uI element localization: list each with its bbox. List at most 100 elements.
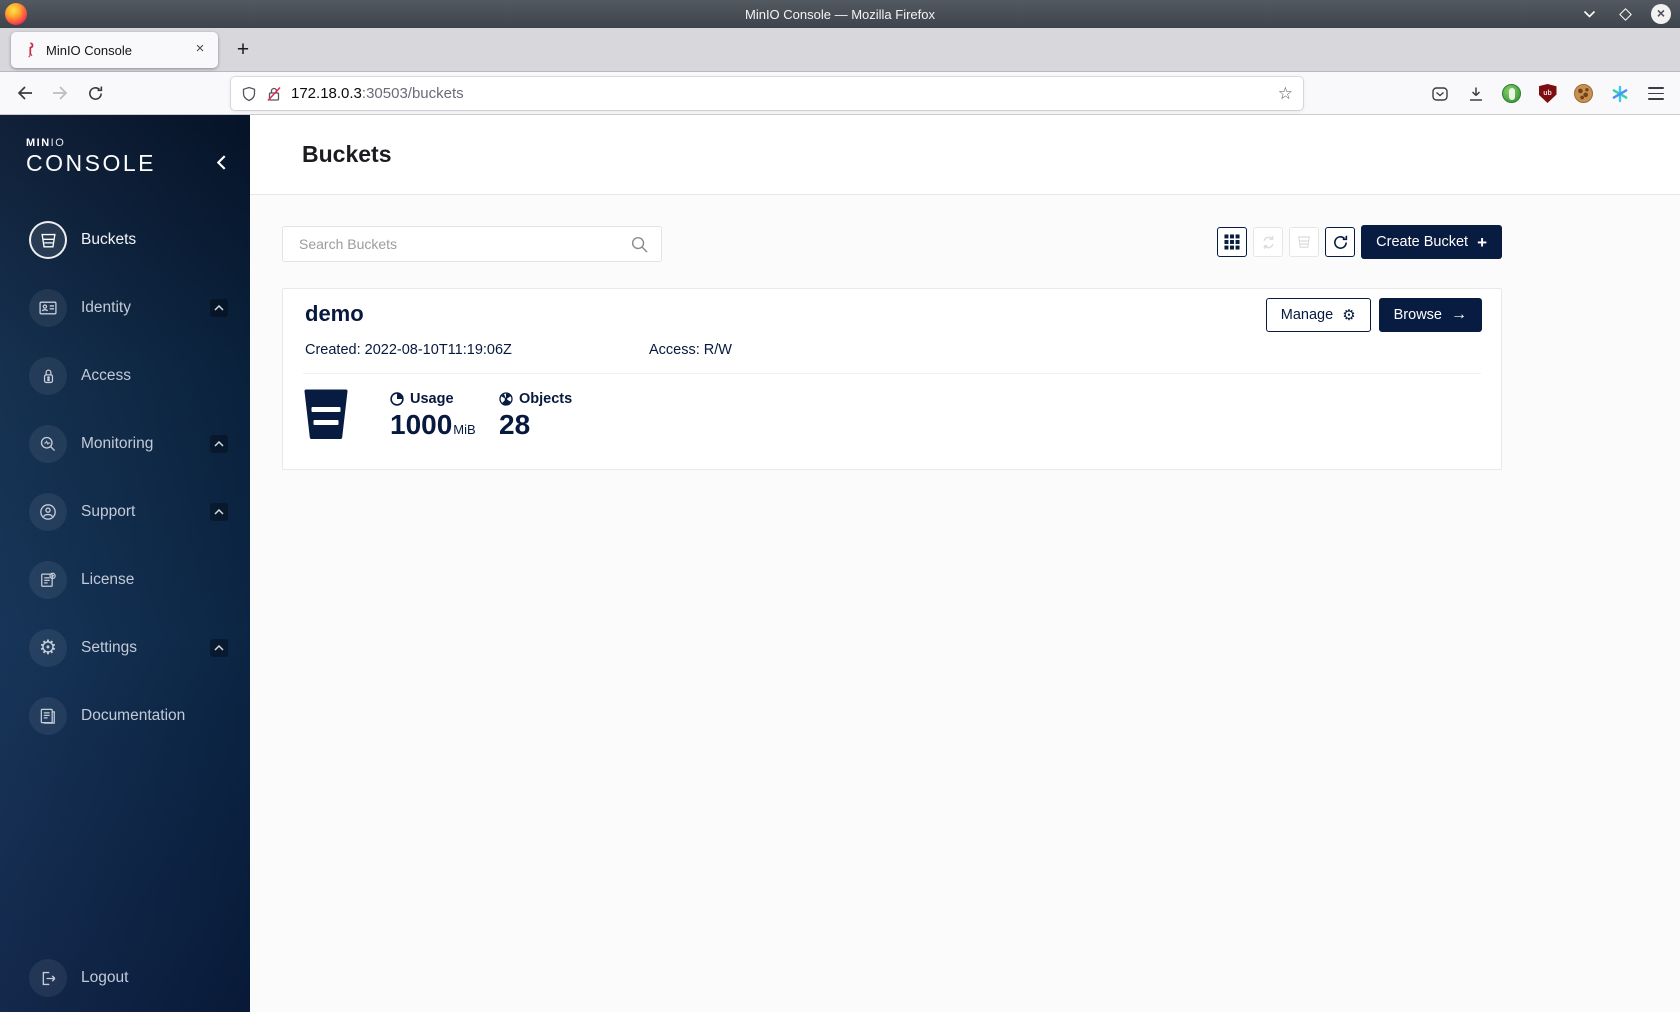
sidebar-item-label: Logout <box>81 969 129 986</box>
cookie-icon <box>1574 84 1593 103</box>
extension-asterisk-button[interactable] <box>1603 77 1636 110</box>
search-input[interactable] <box>283 227 661 261</box>
firefox-logo-icon <box>5 3 27 25</box>
bucket-icon <box>29 221 67 259</box>
extension-ublock-button[interactable]: ub <box>1531 77 1564 110</box>
manage-label: Manage <box>1280 307 1334 323</box>
url-host: 172.18.0.3 <box>291 85 362 102</box>
chevron-left-icon <box>216 154 225 170</box>
tab-close-icon[interactable]: × <box>190 40 210 60</box>
insecure-lock-icon[interactable] <box>266 86 282 102</box>
card-divider <box>303 373 1481 374</box>
usage-unit: MiB <box>453 422 476 437</box>
window-close-button[interactable]: × <box>1650 3 1672 25</box>
refresh-buckets-button[interactable] <box>1325 227 1356 257</box>
sidebar-item-label: Access <box>81 367 131 384</box>
sidebar-item-license[interactable]: License <box>0 546 250 614</box>
hamburger-menu-icon <box>1647 87 1664 100</box>
logout-icon <box>29 959 67 997</box>
app-menu-button[interactable] <box>1639 77 1672 110</box>
manage-button[interactable]: Manage ⚙ <box>1265 298 1371 332</box>
window-maximize-button[interactable] <box>1614 3 1636 25</box>
bookmark-star-icon[interactable]: ☆ <box>1278 84 1293 104</box>
extension-cookie-button[interactable] <box>1567 77 1600 110</box>
extension-green-button[interactable] <box>1495 77 1528 110</box>
reload-icon <box>88 86 102 100</box>
sidebar-item-identity[interactable]: Identity <box>0 274 250 342</box>
sidebar-item-access[interactable]: Access <box>0 342 250 410</box>
grid-view-button[interactable] <box>1217 227 1248 257</box>
downloads-button[interactable] <box>1459 77 1492 110</box>
shield-permissions-icon[interactable] <box>241 86 257 102</box>
create-bucket-button[interactable]: Create Bucket + <box>1361 225 1502 259</box>
chevron-up-icon[interactable] <box>210 435 228 453</box>
bucket-card-demo[interactable]: demo Created: 2022-08-10T11:19:06Z Acces… <box>282 288 1502 470</box>
sidebar-item-label: License <box>81 571 135 588</box>
bucket-objects-metric: Objects 28 <box>499 391 572 441</box>
url-bar[interactable]: 172.18.0.3:30503/buckets ☆ <box>231 77 1303 110</box>
sidebar-item-buckets[interactable]: Buckets <box>0 206 250 274</box>
usage-label: Usage <box>410 391 454 407</box>
chevron-down-icon <box>1583 10 1595 18</box>
forward-button[interactable] <box>45 78 75 108</box>
lock-icon <box>29 357 67 395</box>
bucket-access: Access: R/W <box>649 342 732 358</box>
objects-label-row: Objects <box>499 391 572 407</box>
download-icon <box>1469 87 1482 101</box>
new-tab-button[interactable]: + <box>228 35 258 65</box>
sidebar-item-monitoring[interactable]: Monitoring <box>0 410 250 478</box>
brand-min: MIN <box>26 137 51 149</box>
brand-minio: MINIO <box>26 137 156 149</box>
bucket-outline-icon <box>1298 236 1311 248</box>
url-path: :30503/buckets <box>361 85 464 102</box>
toolbar-extensions: ub <box>1423 77 1672 110</box>
window-titlebar: MinIO Console — Mozilla Firefox × <box>0 0 1680 28</box>
usage-label-row: Usage <box>390 391 476 407</box>
sidebar-collapse-button[interactable] <box>212 153 230 171</box>
browser-tab-minio-console[interactable]: MinIO Console × <box>11 32 218 68</box>
pocket-icon <box>1431 86 1448 101</box>
window-controls: × <box>1578 0 1672 28</box>
minio-flamingo-favicon-icon <box>23 42 37 58</box>
buckets-content: Create Bucket + demo Created: 2022-08-10… <box>250 195 1680 1012</box>
sidebar-item-support[interactable]: Support <box>0 478 250 546</box>
chevron-up-icon[interactable] <box>210 299 228 317</box>
tab-title: MinIO Console <box>46 42 132 58</box>
save-to-pocket-button[interactable] <box>1423 77 1456 110</box>
chevron-up-icon[interactable] <box>210 503 228 521</box>
sidebar-item-label: Monitoring <box>81 435 154 452</box>
sidebar-item-settings[interactable]: ⚙ Settings <box>0 614 250 682</box>
screen: MinIO Console — Mozilla Firefox × MinIO … <box>0 0 1680 1012</box>
back-button[interactable] <box>10 78 40 108</box>
sync-arrows-icon <box>1263 235 1274 249</box>
ublock-shield-icon: ub <box>1538 84 1557 103</box>
usage-pie-icon <box>390 392 404 406</box>
chevron-up-icon[interactable] <box>210 639 228 657</box>
grid-view-icon <box>1224 234 1240 250</box>
usage-value: 1000 <box>390 409 453 440</box>
url-text[interactable]: 172.18.0.3:30503/buckets <box>291 85 464 102</box>
documentation-book-icon <box>29 697 67 735</box>
sidebar-menu: Buckets Identity Access Monitoring Suppo… <box>0 206 250 750</box>
asterisk-extension-icon <box>1612 85 1627 102</box>
minio-console-logo: MINIO CONSOLE <box>26 137 156 177</box>
refresh-icon <box>1333 235 1347 249</box>
objects-label: Objects <box>519 391 573 407</box>
browser-tabbar: MinIO Console × + <box>0 28 1680 72</box>
bucket-name[interactable]: demo <box>305 301 364 327</box>
sidebar-item-documentation[interactable]: Documentation <box>0 682 250 750</box>
minio-console-app: MINIO CONSOLE Buckets Identity Access Mo… <box>0 115 1680 1012</box>
sidebar-item-label: Support <box>81 503 136 520</box>
brand-io: IO <box>50 137 66 149</box>
sidebar: MINIO CONSOLE Buckets Identity Access Mo… <box>0 115 250 1012</box>
sidebar-item-label: Buckets <box>81 231 137 248</box>
sidebar-item-logout[interactable]: Logout <box>0 944 250 1012</box>
browse-button[interactable]: Browse → <box>1378 298 1482 332</box>
window-minimize-button[interactable] <box>1578 3 1600 25</box>
gear-icon: ⚙ <box>29 629 67 667</box>
close-icon: × <box>1651 4 1671 24</box>
set-replication-button-disabled <box>1253 227 1284 257</box>
bucket-usage-metric: Usage 1000 MiB <box>390 391 476 441</box>
reload-button[interactable] <box>80 78 110 108</box>
sidebar-item-label: Settings <box>81 639 138 656</box>
